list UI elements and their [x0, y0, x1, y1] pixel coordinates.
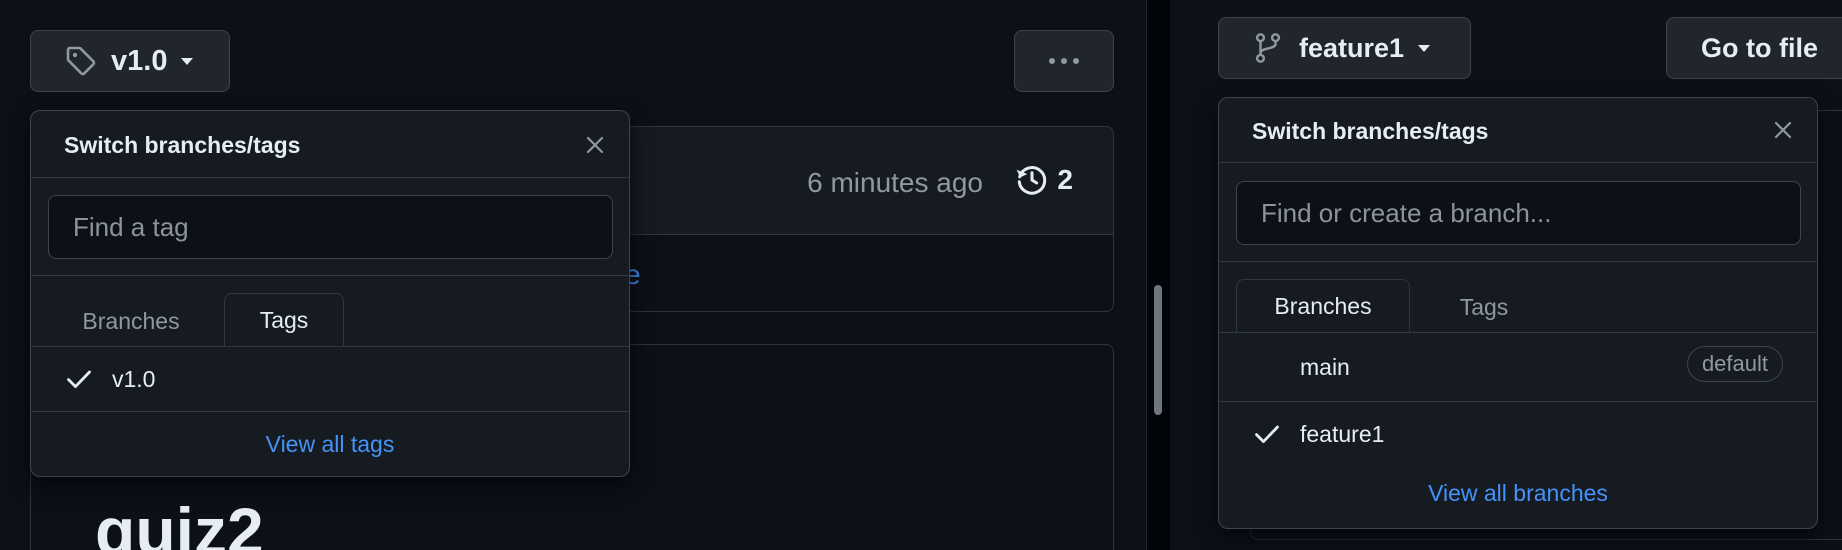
view-all-tags-link[interactable]: View all tags: [31, 431, 629, 458]
check-icon: [1255, 425, 1279, 443]
tag-item-label: v1.0: [112, 365, 156, 392]
close-icon[interactable]: [1771, 118, 1795, 142]
switch-branches-tags-dropdown: Switch branches/tags Find or create a br…: [1218, 97, 1818, 529]
tag-icon: [66, 46, 96, 76]
branch-search-input[interactable]: Find or create a branch...: [1236, 181, 1801, 245]
default-badge: default: [1686, 346, 1783, 382]
branch-item-feature1[interactable]: feature1: [1219, 402, 1817, 466]
dropdown-separator: [31, 275, 629, 276]
check-icon: [67, 370, 91, 388]
history-link[interactable]: 2: [1015, 163, 1073, 197]
commit-time: 6 minutes ago: [807, 167, 983, 198]
dropdown-separator: [31, 411, 629, 412]
tag-item-v1-0[interactable]: v1.0: [31, 347, 629, 411]
dropdown-separator: [1219, 162, 1817, 163]
scrollbar-thumb[interactable]: [1154, 285, 1162, 415]
chevron-down-icon: [1418, 44, 1431, 52]
pane-divider: [1146, 0, 1170, 550]
kebab-horizontal-icon: [1049, 58, 1079, 64]
branch-search-placeholder: Find or create a branch...: [1261, 197, 1552, 228]
left-pane: v1.0 6 minutes ago 2 e quiz2 Switch bran…: [0, 0, 1146, 550]
tag-search-placeholder: Find a tag: [73, 211, 189, 242]
branch-item-main[interactable]: main default: [1219, 333, 1817, 401]
tab-tags[interactable]: Tags: [1424, 281, 1544, 333]
dropdown-separator: [1219, 261, 1817, 262]
tag-search-input[interactable]: Find a tag: [48, 195, 613, 259]
chevron-down-icon: [181, 57, 194, 65]
tag-select-label: v1.0: [111, 44, 168, 77]
close-icon[interactable]: [583, 133, 607, 157]
branch-select-button[interactable]: feature1: [1218, 17, 1471, 79]
branch-select-label: feature1: [1299, 32, 1405, 63]
more-options-button[interactable]: [1014, 30, 1114, 92]
dropdown-title: Switch branches/tags: [1252, 118, 1489, 144]
tab-branches[interactable]: Branches: [71, 295, 191, 347]
branch-item-label: feature1: [1300, 420, 1385, 447]
tab-branches[interactable]: Branches: [1236, 279, 1410, 333]
git-branch-icon: [1255, 33, 1281, 63]
dropdown-separator: [31, 177, 629, 178]
history-icon: [1017, 166, 1047, 195]
dropdown-title: Switch branches/tags: [64, 132, 301, 158]
branch-item-label: main: [1300, 353, 1350, 380]
switch-branches-tags-dropdown: Switch branches/tags Find a tag Branches…: [30, 110, 630, 477]
tab-tags[interactable]: Tags: [224, 293, 344, 347]
tag-select-button[interactable]: v1.0: [30, 30, 230, 92]
readme-heading: quiz2: [95, 494, 264, 550]
go-to-file-label: Go to file: [1701, 32, 1818, 63]
history-count: 2: [1057, 164, 1073, 195]
view-all-branches-link[interactable]: View all branches: [1219, 480, 1817, 507]
right-pane: feature1 Go to file Switch branches/tags…: [1170, 0, 1842, 550]
go-to-file-button[interactable]: Go to file: [1666, 17, 1842, 79]
